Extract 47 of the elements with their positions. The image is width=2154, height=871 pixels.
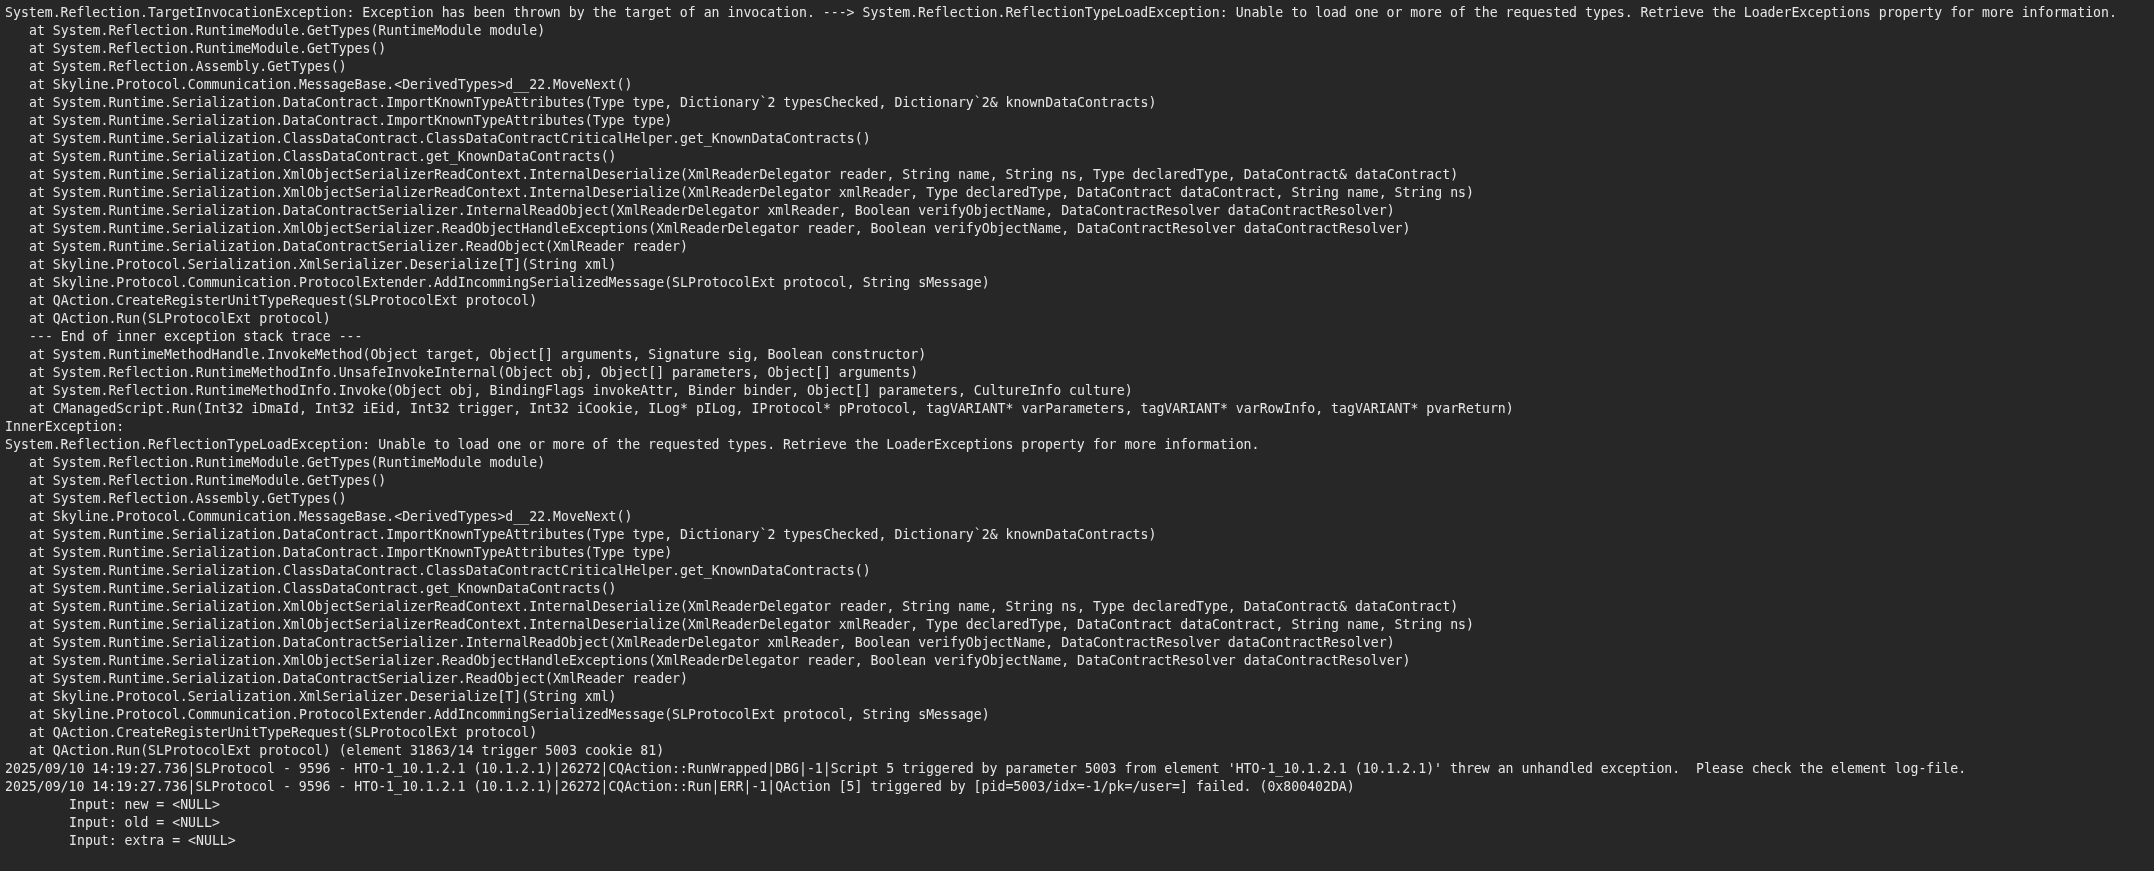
log-line: 2025/09/10 14:19:27.736|SLProtocol - 9596 - HTO-1_10.1.2.1 (10.1.2.1)|26272|CQAction::RunWrapped|DBG|-1|Script 5 triggered by parameter 5003 from element 'HTO-1_10.1.2.1 (10.1.2.1)' threw an unhandled exception. Please check the element log-file.	[5, 760, 1967, 778]
log-line: at QAction.Run(SLProtocolExt protocol) (element 31863/14 trigger 5003 cookie 81)	[29, 742, 665, 760]
log-line: at Skyline.Protocol.Serialization.XmlSerializer.Deserialize[T](String xml)	[29, 688, 617, 706]
log-line: at Skyline.Protocol.Serialization.XmlSerializer.Deserialize[T](String xml)	[29, 256, 617, 274]
log-line: at System.Reflection.RuntimeModule.GetTypes()	[29, 472, 387, 490]
log-line: Input: old = <NULL>	[69, 814, 220, 832]
log-line: at System.Runtime.Serialization.XmlObjectSerializerReadContext.InternalDeserialize(XmlReaderDelegator reader, String name, String ns, Type declaredType, DataContract& dataContract)	[29, 598, 1459, 616]
log-line: at System.Reflection.RuntimeModule.GetTypes(RuntimeModule module)	[29, 22, 546, 40]
log-line: at System.Runtime.Serialization.ClassDataContract.ClassDataContractCriticalHelper.get_KnownDataContracts()	[29, 562, 871, 580]
log-line: at System.Runtime.Serialization.DataContract.ImportKnownTypeAttributes(Type type, Dictionary`2 typesChecked, Dictionary`2& knownDataContracts)	[29, 94, 1157, 112]
log-line: at System.Runtime.Serialization.DataContractSerializer.InternalReadObject(XmlReaderDelegator xmlReader, Boolean verifyObjectName, DataContractResolver dataContractResolver)	[29, 202, 1395, 220]
log-line: at System.Runtime.Serialization.XmlObjectSerializerReadContext.InternalDeserialize(XmlReaderDelegator xmlReader, Type declaredType, DataContract dataContract, String name, String ns)	[29, 616, 1474, 634]
log-line: --- End of inner exception stack trace ---	[29, 328, 363, 346]
log-line: at System.Reflection.RuntimeMethodInfo.UnsafeInvokeInternal(Object obj, Object[] parameters, Object[] arguments)	[29, 364, 919, 382]
log-line: at System.Reflection.RuntimeModule.GetTypes()	[29, 40, 387, 58]
log-line: at System.Reflection.RuntimeMethodInfo.Invoke(Object obj, BindingFlags invokeAttr, Binder binder, Object[] parameters, CultureInfo culture)	[29, 382, 1133, 400]
log-line: at Skyline.Protocol.Communication.ProtocolExtender.AddIncommingSerializedMessage(SLProtocolExt protocol, String sMessage)	[29, 706, 990, 724]
log-line: at System.Runtime.Serialization.DataContract.ImportKnownTypeAttributes(Type type)	[29, 112, 673, 130]
log-line: at System.Runtime.Serialization.ClassDataContract.get_KnownDataContracts()	[29, 148, 617, 166]
log-line: at System.Runtime.Serialization.ClassDataContract.get_KnownDataContracts()	[29, 580, 617, 598]
log-line: at QAction.Run(SLProtocolExt protocol)	[29, 310, 331, 328]
log-line: at System.Reflection.RuntimeModule.GetTypes(RuntimeModule module)	[29, 454, 546, 472]
log-line: Input: extra = <NULL>	[69, 832, 236, 850]
log-line: at System.Runtime.Serialization.DataContract.ImportKnownTypeAttributes(Type type, Dictionary`2 typesChecked, Dictionary`2& knownDataContracts)	[29, 526, 1157, 544]
log-line: at System.Runtime.Serialization.DataContractSerializer.ReadObject(XmlReader reader)	[29, 670, 688, 688]
log-line: System.Reflection.TargetInvocationException: Exception has been thrown by the target of an invocation. ---> System.Reflection.ReflectionTypeLoadException: Unable to load one or more of the requested types. Retrieve the LoaderExceptions property for more information.	[5, 4, 2117, 22]
log-line: at System.Runtime.Serialization.XmlObjectSerializerReadContext.InternalDeserialize(XmlReaderDelegator xmlReader, Type declaredType, DataContract dataContract, String name, String ns)	[29, 184, 1474, 202]
log-line: at System.Runtime.Serialization.XmlObjectSerializer.ReadObjectHandleExceptions(XmlReaderDelegator reader, Boolean verifyObjectName, DataContractResolver dataContractResolver)	[29, 652, 1411, 670]
log-line: at System.Runtime.Serialization.DataContractSerializer.ReadObject(XmlReader reader)	[29, 238, 688, 256]
log-line: at CManagedScript.Run(Int32 iDmaId, Int32 iEid, Int32 trigger, Int32 iCookie, ILog* pILog, IProtocol* pProtocol, tagVARIANT* varParameters, tagVARIANT* varRowInfo, tagVARIANT* pvarReturn)	[29, 400, 1514, 418]
log-line: System.Reflection.ReflectionTypeLoadException: Unable to load one or more of the requested types. Retrieve the LoaderExceptions property for more information.	[5, 436, 1260, 454]
log-line: InnerException:	[5, 418, 125, 436]
log-line: at System.Runtime.Serialization.XmlObjectSerializer.ReadObjectHandleExceptions(XmlReaderDelegator reader, Boolean verifyObjectName, DataContractResolver dataContractResolver)	[29, 220, 1411, 238]
log-line: 2025/09/10 14:19:27.736|SLProtocol - 9596 - HTO-1_10.1.2.1 (10.1.2.1)|26272|CQAction::Run|ERR|-1|QAction [5] triggered by [pid=5003/idx=-1/pk=/user=] failed. (0x800402DA)	[5, 778, 1355, 796]
log-line: at System.Reflection.Assembly.GetTypes()	[29, 490, 347, 508]
log-line: at System.Runtime.Serialization.DataContract.ImportKnownTypeAttributes(Type type)	[29, 544, 673, 562]
log-line: at Skyline.Protocol.Communication.MessageBase.<DerivedTypes>d__22.MoveNext()	[29, 508, 633, 526]
log-line: at Skyline.Protocol.Communication.MessageBase.<DerivedTypes>d__22.MoveNext()	[29, 76, 633, 94]
log-line: at Skyline.Protocol.Communication.ProtocolExtender.AddIncommingSerializedMessage(SLProtocolExt protocol, String sMessage)	[29, 274, 990, 292]
log-line: at QAction.CreateRegisterUnitTypeRequest(SLProtocolExt protocol)	[29, 292, 538, 310]
log-line: at QAction.CreateRegisterUnitTypeRequest(SLProtocolExt protocol)	[29, 724, 538, 742]
log-line: Input: new = <NULL>	[69, 796, 220, 814]
log-line: at System.Reflection.Assembly.GetTypes()	[29, 58, 347, 76]
log-line: at System.Runtime.Serialization.XmlObjectSerializerReadContext.InternalDeserialize(XmlReaderDelegator reader, String name, String ns, Type declaredType, DataContract& dataContract)	[29, 166, 1459, 184]
log-line: at System.Runtime.Serialization.DataContractSerializer.InternalReadObject(XmlReaderDelegator xmlReader, Boolean verifyObjectName, DataContractResolver dataContractResolver)	[29, 634, 1395, 652]
log-line: at System.Runtime.Serialization.ClassDataContract.ClassDataContractCriticalHelper.get_KnownDataContracts()	[29, 130, 871, 148]
log-line: at System.RuntimeMethodHandle.InvokeMethod(Object target, Object[] arguments, Signature sig, Boolean constructor)	[29, 346, 927, 364]
